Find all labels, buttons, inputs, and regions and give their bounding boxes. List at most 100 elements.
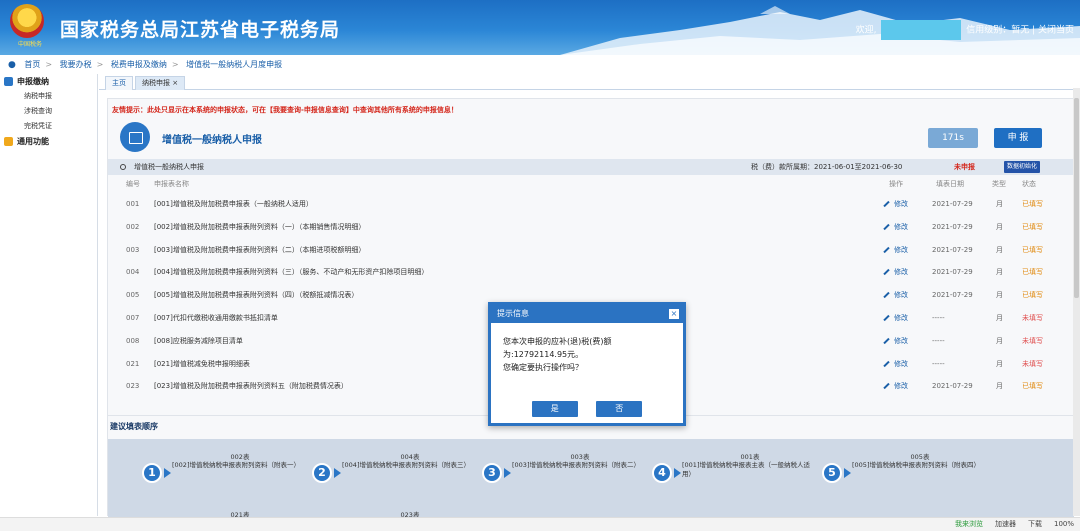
radio-icon[interactable] <box>120 164 126 170</box>
no-button[interactable]: 否 <box>596 401 643 417</box>
pencil-icon <box>883 200 890 208</box>
edit-link[interactable]: 修改 <box>883 261 908 283</box>
statusbar-browse[interactable]: 我来浏览 <box>955 518 983 531</box>
sidebar-item-query[interactable]: 涉税查询 <box>0 104 97 119</box>
emblem-caption: 中国税务 <box>17 41 42 48</box>
row-no: 005 <box>126 291 140 300</box>
row-date: ----- <box>932 359 945 368</box>
credit-level: 信用级别：暂无 <box>966 25 1030 36</box>
crumb-home[interactable]: 首页 <box>24 60 40 69</box>
crumb-declare[interactable]: 税费申报及缴纳 <box>111 60 167 69</box>
step-desc[interactable]: [002]增值税纳税申报表附列资料（附表一） <box>172 461 308 470</box>
row-date: 2021-07-29 <box>932 245 973 254</box>
row-status: 已填写 <box>1022 268 1043 277</box>
order-step: 5 005表 [005]增值税纳税申报表附列资料（附表四） <box>818 451 988 495</box>
browser-statusbar: 我来浏览 加速器 下载 100% <box>0 517 1080 531</box>
pencil-icon <box>883 292 890 299</box>
row-name: [001]增值税及附加税费申报表（一般纳税人适用） <box>154 200 313 208</box>
sidebar-group-label: 申报缴纳 <box>17 77 49 86</box>
tab-declare[interactable]: 纳税申报 × <box>135 76 186 90</box>
edit-link[interactable]: 修改 <box>883 307 908 329</box>
tab-bar: 主页 纳税申报 × <box>99 74 1080 90</box>
row-type: 月 <box>996 222 1003 231</box>
row-status: 未填写 <box>1022 314 1043 322</box>
step-number: 4 <box>652 463 672 483</box>
row-name: [004]增值税及附加税费申报表附列资料（三）（服务、不动产和无形资产扣除项目明… <box>154 268 429 277</box>
dialog-title: 提示信息 <box>497 309 529 318</box>
pencil-icon <box>883 246 890 253</box>
edit-label: 修改 <box>894 222 908 231</box>
site-header: 中国税务 国家税务总局江苏省电子税务局 欢迎, 信用级别：暂无 | 关闭当页 <box>0 0 1080 55</box>
sidebar-item-certificate[interactable]: 完税凭证 <box>0 119 97 134</box>
row-type: 月 <box>996 291 1003 300</box>
crumb-current: 增值税一般纳税人月度申报 <box>186 60 283 69</box>
col-type: 类型 <box>992 180 1006 188</box>
sidebar-group-common[interactable]: 通用功能 <box>0 134 97 149</box>
countdown-timer: 171s <box>928 128 978 148</box>
sidebar-group-label: 通用功能 <box>17 137 49 146</box>
edit-link[interactable]: 修改 <box>883 353 908 375</box>
declare-button[interactable]: 申 报 <box>994 128 1042 148</box>
row-type: 月 <box>996 268 1003 277</box>
order-step: 4 001表 [001]增值税纳税申报表主表（一般纳税人适用） <box>648 451 818 495</box>
row-no: 002 <box>126 222 140 231</box>
arrow-right-icon <box>674 468 681 478</box>
order-next-step: 023表 <box>400 511 420 517</box>
edit-link[interactable]: 修改 <box>883 284 908 306</box>
row-date: ----- <box>932 336 945 345</box>
step-desc[interactable]: [004]增值税纳税申报表附列资料（附表三） <box>342 461 478 470</box>
edit-link[interactable]: 修改 <box>883 239 908 261</box>
welcome-label: 欢迎, <box>855 25 877 36</box>
col-status: 状态 <box>1022 180 1036 188</box>
sidebar-item-declare[interactable]: 纳税申报 <box>0 89 97 104</box>
row-no: 023 <box>126 382 140 391</box>
edit-link[interactable]: 修改 <box>883 216 908 238</box>
arrow-right-icon <box>164 468 171 478</box>
edit-label: 修改 <box>894 336 908 345</box>
col-name: 申报表名称 <box>154 180 189 188</box>
edit-label: 修改 <box>894 200 908 208</box>
table-row: 001 [001]增值税及附加税费申报表（一般纳税人适用） 修改 2021-07-29… <box>108 193 1074 215</box>
step-number: 1 <box>142 463 162 483</box>
statusbar-download[interactable]: 下载 <box>1028 518 1042 531</box>
order-panel: 1 002表 [002]增值税纳税申报表附列资料（附表一） 2 004表 [004]增值税… <box>108 439 1074 517</box>
page-scrollbar[interactable] <box>1073 88 1080 516</box>
folder-icon <box>4 137 13 146</box>
row-name: [005]增值税及附加税费申报表附列资料（四）（税额抵减情况表） <box>154 291 359 300</box>
edit-link[interactable]: 修改 <box>883 330 908 352</box>
edit-link[interactable]: 修改 <box>883 193 908 215</box>
statusbar-zoom[interactable]: 100% <box>1054 518 1074 531</box>
step-desc[interactable]: [003]增值税纳税申报表附列资料（附表二） <box>512 461 648 470</box>
row-date: 2021-07-29 <box>932 291 973 300</box>
row-date: 2021-07-29 <box>932 382 973 391</box>
row-date: 2021-07-29 <box>932 268 973 277</box>
edit-label: 修改 <box>894 245 908 254</box>
data-init-button[interactable]: 数据初始化 <box>1004 161 1040 173</box>
section-header: 增值税一般纳税人申报 税（费）款所属期：2021-06-01至2021-06-3… <box>108 159 1074 175</box>
crumb-tax[interactable]: 我要办税 <box>60 60 92 69</box>
close-page-link[interactable]: 关闭当页 <box>1038 26 1074 36</box>
list-icon <box>4 77 13 86</box>
edit-label: 修改 <box>894 291 908 300</box>
col-date: 填表日期 <box>936 180 964 188</box>
table-row: 003 [003]增值税及附加税费申报表附列资料（二）（本期进项税额明细） 修改 20… <box>108 239 1074 261</box>
row-no: 001 <box>126 200 140 208</box>
step-desc[interactable]: [005]增值税纳税申报表附列资料（附表四） <box>852 461 988 470</box>
order-step: 2 004表 [004]增值税纳税申报表附列资料（附表三） <box>308 451 478 495</box>
declare-status: 未申报 <box>954 163 975 171</box>
scrollbar-thumb[interactable] <box>1074 98 1079 298</box>
pencil-icon <box>883 360 890 367</box>
sidebar-group-declare[interactable]: 申报缴纳 <box>0 74 97 89</box>
pencil-icon <box>883 337 890 344</box>
edit-link[interactable]: 修改 <box>883 375 908 397</box>
close-icon[interactable]: × <box>669 309 679 319</box>
tab-home[interactable]: 主页 <box>105 76 133 90</box>
step-desc[interactable]: [001]增值税纳税申报表主表（一般纳税人适用） <box>682 461 818 479</box>
statusbar-accelerator[interactable]: 加速器 <box>995 518 1016 531</box>
tax-emblem-icon <box>10 4 44 38</box>
dialog-amount-text: 您本次申报的应补(退)税(费)额为:12792114.95元。 <box>503 337 612 359</box>
row-status: 未填写 <box>1022 359 1043 368</box>
step-number: 3 <box>482 463 502 483</box>
row-name: [003]增值税及附加税费申报表附列资料（二）（本期进项税额明细） <box>154 245 366 254</box>
yes-button[interactable]: 是 <box>531 401 578 417</box>
